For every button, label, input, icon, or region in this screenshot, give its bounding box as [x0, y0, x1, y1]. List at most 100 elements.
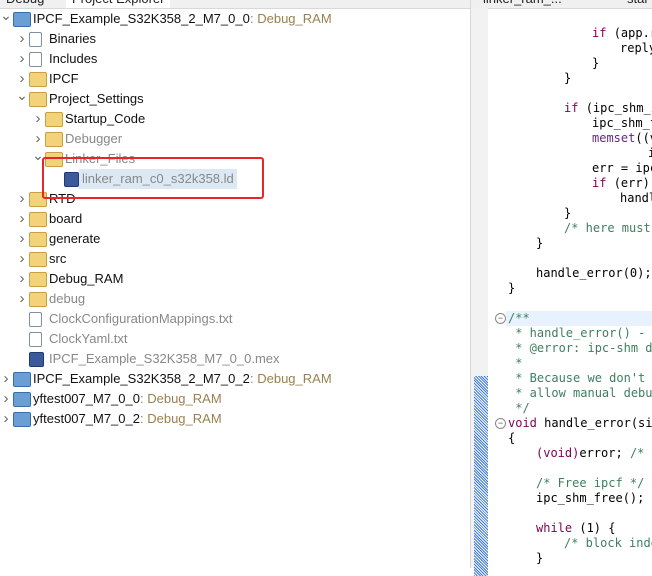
code-line: } — [508, 56, 599, 71]
code-token: handl — [620, 191, 652, 205]
tab-linker-file[interactable]: linker_ram_... — [477, 0, 568, 8]
code-token: if — [592, 26, 607, 40]
mex-file-icon — [29, 352, 44, 367]
tree-item-label: src — [49, 251, 67, 266]
tree-item-label: Debug_RAM — [49, 271, 124, 286]
code-line: if (app.r — [508, 26, 652, 41]
code-line: /* here must — [508, 221, 651, 236]
chevron-right-icon[interactable]: › — [16, 209, 28, 229]
code-line: /* Free ipcf */ — [508, 476, 644, 491]
code-token: * handle_error() - c — [508, 326, 652, 340]
tab-startup[interactable]: star — [621, 0, 652, 8]
code-line: } — [508, 71, 571, 86]
code-line: * allow manual debug — [508, 386, 652, 401]
code-line: * handle_error() - c — [508, 326, 652, 341]
source-folder-icon — [29, 232, 47, 247]
code-line: } — [508, 206, 571, 221]
code-editor[interactable]: linker_ram_... star if (app.rreply}} if (… — [471, 0, 652, 576]
code-line: handl — [508, 191, 652, 206]
fold-toggle-icon[interactable]: − — [495, 313, 506, 324]
project-icon — [13, 412, 31, 427]
tree-item-label: Debugger — [65, 131, 123, 146]
includes-icon — [29, 52, 42, 67]
editor-tab-bar: linker_ram_... star — [471, 0, 652, 9]
code-token: i — [648, 146, 652, 160]
folder-icon — [45, 112, 63, 127]
diff-marker — [474, 376, 488, 576]
code-token: (err) — [613, 176, 650, 190]
chevron-right-icon[interactable]: › — [16, 269, 28, 289]
code-token: * @error: ipc-shm dr — [508, 341, 652, 355]
chevron-right-icon[interactable]: › — [0, 369, 12, 389]
code-token: /* here must — [564, 221, 651, 235]
tree-item-label: yftest007_M7_0_2 — [33, 411, 140, 426]
code-token: /* s — [629, 446, 652, 460]
code-token: ipc_shm_f — [592, 116, 652, 130]
chevron-right-icon[interactable]: › — [16, 289, 28, 309]
build-config-label: : Debug_RAM — [140, 391, 222, 406]
code-token: /* Free ipcf */ — [536, 476, 645, 490]
tree-item-label: Includes — [49, 51, 98, 66]
code-line: ipc_shm_free(); — [508, 491, 644, 506]
code-token: } — [564, 206, 572, 220]
tree-item-label: Project_Settings — [49, 91, 144, 106]
code-line: void handle_error(sin — [508, 416, 652, 431]
code-token: (app.r — [613, 26, 652, 40]
source-folder-icon — [29, 72, 47, 87]
code-line: } — [508, 236, 543, 251]
project-icon — [13, 12, 31, 27]
code-line: memset((v — [508, 131, 652, 146]
code-line: } — [508, 551, 543, 566]
code-line: while (1) { — [508, 521, 615, 536]
code-token: reply — [620, 41, 652, 55]
tree-item-label: Binaries — [49, 31, 96, 46]
code-line: * @error: ipc-shm dr — [508, 341, 652, 356]
chevron-down-icon[interactable]: ⌄ — [0, 5, 12, 25]
code-token: } — [592, 56, 600, 70]
code-line: } — [508, 281, 515, 296]
chevron-right-icon[interactable]: › — [0, 409, 12, 429]
chevron-down-icon[interactable]: ⌄ — [16, 85, 28, 105]
code-line: /** — [508, 311, 530, 326]
code-token: /** — [508, 311, 530, 325]
code-line: err = ipc — [508, 161, 652, 176]
tab-project-explorer[interactable]: Project Explorer — [66, 0, 171, 8]
chevron-right-icon[interactable]: › — [16, 189, 28, 209]
code-token: } — [508, 281, 516, 295]
excluded-folder-icon — [29, 292, 47, 307]
project-warning-icon — [13, 372, 31, 387]
chevron-right-icon[interactable]: › — [32, 109, 44, 129]
code-token: * Because we don't h — [508, 371, 652, 385]
fold-toggle-icon[interactable]: − — [495, 418, 506, 429]
code-token: * — [508, 356, 523, 370]
code-token: ipc_shm_free(); — [536, 491, 645, 505]
code-token: handle_error(sin — [544, 416, 652, 430]
chevron-right-icon[interactable]: › — [16, 49, 28, 69]
code-line: handle_error(0); — [508, 266, 652, 281]
excluded-folder-icon — [45, 132, 63, 147]
tree-item-label: ClockConfigurationMappings.txt — [49, 311, 233, 326]
chevron-right-icon[interactable]: › — [16, 229, 28, 249]
chevron-right-icon[interactable]: › — [16, 29, 28, 49]
tree-item-label: IPCF_Example_S32K358_M7_0_0.mex — [49, 351, 280, 366]
chevron-right-icon[interactable]: › — [0, 389, 12, 409]
highlight-annotation — [42, 157, 264, 199]
code-line: (void)error; /* s — [508, 446, 652, 461]
text-file-icon — [29, 332, 42, 347]
code-token: (ipc_shm_i — [585, 101, 652, 115]
code-line: ipc_shm_f — [508, 116, 652, 131]
tree-item-label: board — [49, 211, 83, 226]
tree-item-label: IPCF_Example_S32K358_2_M7_0_2 — [33, 371, 250, 386]
view-tab-bar: Debug Project Explorer — [0, 0, 470, 9]
code-token: * allow manual debug — [508, 386, 652, 400]
code-token: if — [564, 101, 579, 115]
editor-gutter — [471, 8, 488, 576]
tree-item-label: debug — [49, 291, 86, 306]
code-token: while — [536, 521, 573, 535]
code-token: /* block inde — [564, 536, 652, 550]
code-line: if (ipc_shm_i — [508, 101, 652, 116]
tree-item-label: generate — [49, 231, 101, 246]
folder-icon — [29, 272, 47, 287]
code-line: * Because we don't h — [508, 371, 652, 386]
chevron-right-icon[interactable]: › — [16, 249, 28, 269]
